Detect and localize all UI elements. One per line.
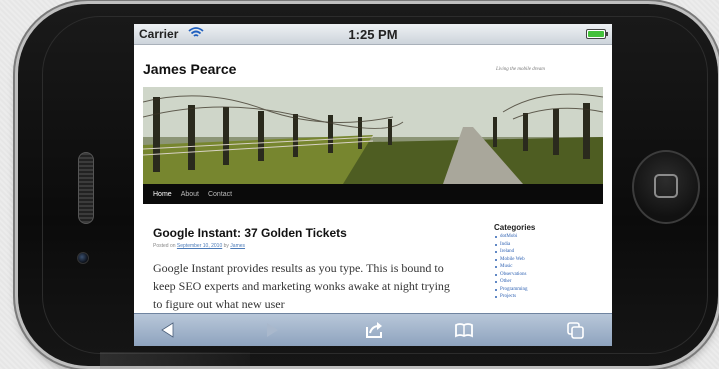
nav-home[interactable]: Home: [153, 191, 172, 198]
main-navigation: Home About Contact: [143, 184, 603, 204]
battery-icon: [586, 29, 608, 39]
nav-contact[interactable]: Contact: [208, 191, 232, 198]
sidebar: Categories dotMobi India Ireland Mobile …: [494, 223, 594, 301]
forward-icon[interactable]: [262, 321, 282, 339]
category-link[interactable]: Music: [494, 263, 594, 271]
meta-prefix: Posted on: [153, 243, 176, 249]
back-icon[interactable]: [158, 321, 178, 339]
post-title[interactable]: Google Instant: 37 Golden Tickets: [153, 226, 347, 240]
post-date-link[interactable]: September 10, 2010: [177, 243, 222, 249]
web-page[interactable]: James Pearce Living the mobile dream Hom…: [134, 45, 612, 314]
category-link[interactable]: dotMobi: [494, 233, 594, 241]
category-link[interactable]: Ireland: [494, 248, 594, 256]
pages-icon[interactable]: [566, 321, 586, 339]
meta-by: by: [223, 243, 229, 249]
category-link[interactable]: Projects: [494, 293, 594, 301]
categories-title: Categories: [494, 223, 536, 232]
speaker-grille: [78, 152, 94, 224]
front-camera: [77, 252, 89, 264]
bookmarks-icon[interactable]: [454, 321, 474, 339]
category-link[interactable]: Mobile Web: [494, 256, 594, 264]
header-image: [143, 87, 603, 184]
site-description: Living the mobile dream: [496, 67, 545, 72]
post-author-link[interactable]: James: [230, 243, 245, 249]
home-button[interactable]: [632, 150, 700, 224]
browser-toolbar: [134, 313, 612, 346]
category-link[interactable]: Observations: [494, 271, 594, 279]
category-link[interactable]: Other: [494, 278, 594, 286]
tree-avenue-photo: [143, 87, 603, 184]
post-meta: Posted on September 10, 2010 by James: [153, 243, 245, 249]
category-link[interactable]: India: [494, 241, 594, 249]
site-header: James Pearce Living the mobile dream: [134, 45, 612, 85]
post-body: Google Instant provides results as you t…: [153, 261, 450, 311]
nav-about[interactable]: About: [181, 191, 199, 198]
category-list: dotMobi India Ireland Mobile Web Music O…: [494, 233, 594, 301]
share-icon[interactable]: [364, 321, 384, 339]
status-time: 1:25 PM: [348, 26, 398, 42]
home-square-icon: [654, 174, 678, 198]
status-bar: Carrier 1:25 PM: [134, 24, 612, 45]
phone-screen: Carrier 1:25 PM James Pearce Living the …: [134, 24, 612, 346]
site-title[interactable]: James Pearce: [143, 61, 236, 77]
reflection: [100, 352, 250, 369]
category-link[interactable]: Programming: [494, 286, 594, 294]
